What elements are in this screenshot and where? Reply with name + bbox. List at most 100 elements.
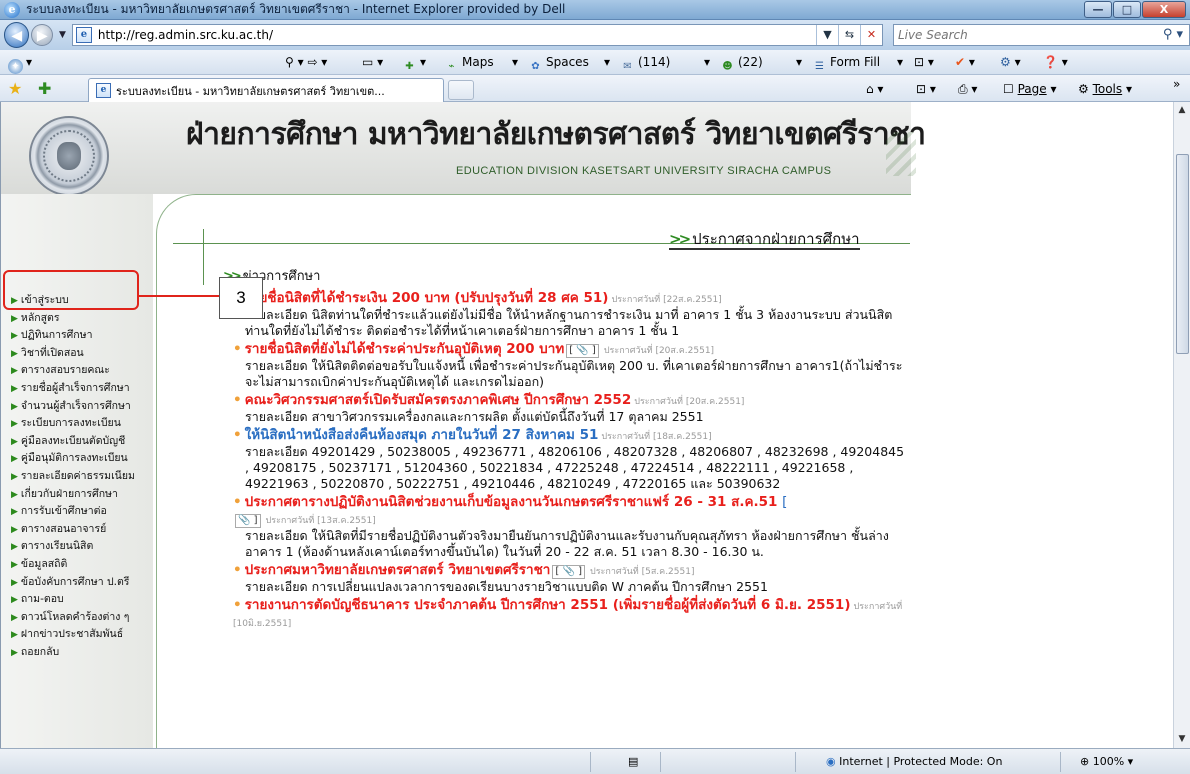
search-icon[interactable]: ⚲ ▾ xyxy=(1163,27,1183,42)
mail-menu-icon[interactable]: ▾ xyxy=(704,53,710,72)
spaces-button[interactable]: ✿ Spaces xyxy=(528,53,589,72)
attachment-icon[interactable]: 📎 ] xyxy=(235,514,261,528)
list-item: • ให้นิสิตนำหนังสือส่งคืนห้องสมุด ภายในวั… xyxy=(233,427,913,492)
add-tool-icon[interactable]: ✚ ▾ xyxy=(402,53,426,72)
tab-page-icon: e xyxy=(96,83,111,98)
tab-bar: ★ ✚ e ระบบลงทะเบียน - มหาวิทยาลัยเกษตรศา… xyxy=(0,75,1190,102)
close-button[interactable]: X xyxy=(1142,1,1186,18)
mail-button[interactable]: ✉ (114) xyxy=(620,53,670,72)
spaces-menu-icon[interactable]: ▾ xyxy=(604,53,610,72)
status-page-icon: ▤ xyxy=(628,755,639,768)
scroll-up-icon[interactable]: ▲ xyxy=(1174,102,1190,119)
contacts-icon: ☻ xyxy=(722,61,733,72)
url-text[interactable]: http://reg.admin.src.ku.ac.th/ xyxy=(98,28,273,42)
feed-tool-icon[interactable]: ⊡ ▾ xyxy=(914,53,934,72)
toolbar-overflow-chevron[interactable]: » xyxy=(1173,75,1180,93)
sidebar-item-back[interactable]: ▶ ถอยกลับ xyxy=(11,644,156,662)
list-item: • รายชื่อนิสิตที่ยังไม่ได้ชำระค่าประกันอุ… xyxy=(233,341,913,390)
news-description: รายละเอียด การเปลี่ยนแปลงเวลาการของดเรีย… xyxy=(245,579,768,594)
sidebar-item-curriculum[interactable]: ▶ หลักสูตร xyxy=(11,310,156,328)
spaces-dropdown-icon[interactable]: ▾ xyxy=(512,53,518,72)
back-button[interactable]: ◀ xyxy=(4,22,30,48)
bullet-icon: • xyxy=(233,427,242,443)
sidebar-item-exam-schedule[interactable]: ▶ ตารางสอบรายคณะ xyxy=(11,362,156,380)
arrow-right-icon: ▶ xyxy=(11,454,18,465)
sidebar-item-student-schedule[interactable]: ▶ ตารางเรียนนิสิต xyxy=(11,538,156,556)
news-title-link[interactable]: รายชื่อนิสิตที่ยังไม่ได้ชำระค่าประกันอุบ… xyxy=(245,341,565,357)
header-decoration xyxy=(886,132,916,176)
annotation-highlight-box xyxy=(3,270,139,310)
history-dropdown-icon[interactable]: ▼ xyxy=(59,30,66,40)
sidebar-item-approval-manual[interactable]: ▶ คู่มือนุมัติการลงทะเบียน xyxy=(11,450,156,468)
news-title-link[interactable]: รายงานการตัดบัญชีธนาคาร ประจำภาคต้น ปีกา… xyxy=(245,597,851,613)
add-favorite-icon[interactable]: ✚ xyxy=(38,79,51,98)
stop-icon[interactable]: ✕ xyxy=(859,25,882,45)
annotation-connector xyxy=(139,295,219,297)
sidebar-item-courses[interactable]: ▶ วิชาที่เปิดสอน xyxy=(11,345,156,363)
search-input[interactable] xyxy=(897,25,1158,45)
list-item: • ประกาศมหาวิทยาลัยเกษตรศาสตร์ วิทยาเขตศร… xyxy=(233,562,913,595)
sidebar-item-statistics[interactable]: ▶ ข้อมูลสถิติ xyxy=(11,556,156,574)
news-title-link[interactable]: รายชื่อนิสิตที่ได้ชำระเงิน 200 บาท (ปรับ… xyxy=(245,290,609,306)
print-icon[interactable]: ⎙ ▾ xyxy=(958,80,977,98)
news-title-link[interactable]: ประกาศมหาวิทยาลัยเกษตรศาสตร์ วิทยาเขตศรี… xyxy=(245,562,551,578)
forward-button[interactable]: ▶ xyxy=(31,24,53,46)
sidebar-item-fees[interactable]: ▶ รายละเอียดค่าธรรมเนียม xyxy=(11,468,156,486)
help-icon[interactable]: ❓ ▾ xyxy=(1043,53,1068,72)
news-description: รายละเอียด 49201429 , 50238005 , 4923677… xyxy=(245,444,905,491)
arrow-right-icon: ▶ xyxy=(11,348,18,359)
sidebar-item-faq[interactable]: ▶ ถาม-ตอบ xyxy=(11,591,156,609)
tab-active[interactable]: e ระบบลงทะเบียน - มหาวิทยาลัยเกษตรศาสตร์… xyxy=(88,78,444,102)
minimize-button[interactable]: — xyxy=(1084,1,1112,18)
attachment-icon[interactable]: [ 📎 ] xyxy=(566,344,599,358)
sidebar-item-about[interactable]: ▶ เกี่ยวกับฝ่ายการศึกษา xyxy=(11,486,156,504)
security-zone[interactable]: ◉ Internet | Protected Mode: On xyxy=(826,753,1002,771)
news-title-link[interactable]: คณะวิศวกรรมศาสตร์เปิดรับสมัครตรงภาคพิเศษ… xyxy=(245,392,632,408)
new-tab-button[interactable] xyxy=(448,80,474,100)
page-tool-icon[interactable]: ▭ ▾ xyxy=(362,53,383,72)
options-icon[interactable]: ⚙ ▾ xyxy=(1000,53,1021,72)
favorites-star-icon[interactable]: ★ xyxy=(8,79,22,98)
refresh-icon[interactable]: ⇆ xyxy=(837,25,860,45)
bullet-icon: • xyxy=(233,597,242,613)
maps-button[interactable]: ⌁ Maps xyxy=(444,53,493,72)
sidebar-item-admission[interactable]: ▶ การรับเข้าศึกษาต่อ xyxy=(11,503,156,521)
search-tool-icon[interactable]: ⚲ ▾ ⇨ ▾ xyxy=(285,53,327,72)
form-fill-menu-icon[interactable]: ▾ xyxy=(897,53,903,72)
sidebar-item-regulations[interactable]: ▶ ข้อบังคับการศึกษา ป.ตรี xyxy=(11,574,156,592)
sidebar-item-registration-rules[interactable]: ▶ ระเบียบการลงทะเบียน xyxy=(11,415,156,433)
maximize-button[interactable]: □ xyxy=(1113,1,1141,18)
news-title-link[interactable]: ให้นิสิตนำหนังสือส่งคืนห้องสมุด ภายในวัน… xyxy=(245,427,599,443)
news-description: รายละเอียด ให้นิสิตที่มีรายชื่อปฏิบัติงา… xyxy=(245,528,889,559)
tools-menu[interactable]: ⚙ Tools ▾ xyxy=(1078,80,1132,98)
contacts-menu-icon[interactable]: ▾ xyxy=(796,53,802,72)
home-icon[interactable]: ⌂ ▾ xyxy=(866,80,883,98)
scroll-down-icon[interactable]: ▼ xyxy=(1174,731,1190,748)
sidebar-item-forms[interactable]: ▶ ดาวน์โหลดคำร้องต่าง ๆ xyxy=(11,609,156,627)
page-menu[interactable]: ☐ Page ▾ xyxy=(1003,80,1056,98)
tab-title: ระบบลงทะเบียน - มหาวิทยาลัยเกษตรศาสตร์ ว… xyxy=(116,84,385,98)
news-date: ประกาศวันที่ [13ส.ค.2551] xyxy=(265,516,376,526)
sidebar-item-teacher-schedule[interactable]: ▶ ตารางสอนอาจารย์ xyxy=(11,521,156,539)
search-box[interactable]: ⚲ ▾ xyxy=(892,24,1190,46)
sidebar-item-post-news[interactable]: ▶ ฝากข่าวประชาสัมพันธ์ xyxy=(11,626,156,644)
attachment-icon[interactable]: [ 📎 ] xyxy=(552,565,585,579)
zoom-control[interactable]: ⊕ 100% ▾ xyxy=(1080,753,1133,771)
live-logo-icon[interactable]: ✦ ▾ xyxy=(8,53,32,74)
highlight-tool-icon[interactable]: ✔ ▾ xyxy=(955,53,975,72)
contacts-button[interactable]: ☻ (22) xyxy=(720,53,762,72)
url-dropdown-icon[interactable]: ▼ xyxy=(815,25,838,45)
vertical-scrollbar[interactable]: ▲ ▼ xyxy=(1173,102,1190,748)
arrow-right-icon: ▶ xyxy=(11,507,18,518)
feeds-icon[interactable]: ⊡ ▾ xyxy=(916,80,936,98)
sidebar-item-graduates[interactable]: ▶ รายชื่อผู้สำเร็จการศึกษา xyxy=(11,380,156,398)
form-fill-button[interactable]: ☰ Form Fill xyxy=(812,53,880,72)
scroll-thumb[interactable] xyxy=(1176,154,1189,354)
url-field[interactable]: e http://reg.admin.src.ku.ac.th/ ▼ ⇆ ✕ xyxy=(71,24,883,46)
page-icon: e xyxy=(75,27,92,43)
sidebar-item-graduate-count[interactable]: ▶ จำนวนผู้สำเร็จการศึกษา xyxy=(11,398,156,416)
news-title-link[interactable]: ประกาศตารางปฏิบัติงานนิสิตช่วยงานเก็บข้อ… xyxy=(245,494,778,510)
sidebar-item-calendar[interactable]: ▶ ปฏิทินการศึกษา xyxy=(11,327,156,345)
sidebar-item-debit-manual[interactable]: ▶ คู่มือลงทะเบียนตัดบัญชี xyxy=(11,433,156,451)
page-viewport: ฝ่ายการศึกษา มหาวิทยาลัยเกษตรศาสตร์ วิทย… xyxy=(0,102,1173,748)
